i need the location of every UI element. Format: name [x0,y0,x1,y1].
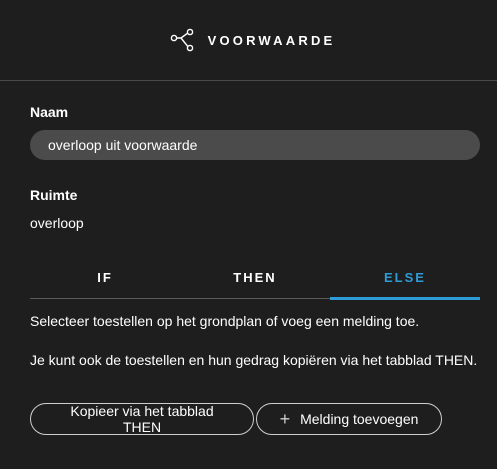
else-instruction-text: Selecteer toestellen op het grondplan of… [30,313,420,329]
name-input[interactable] [30,130,480,160]
add-notification-label: Melding toevoegen [300,411,419,427]
panel-title: VOORWAARDE [207,32,336,48]
tab-if[interactable]: IF [30,256,180,298]
copy-hint-text: Je kunt ook de toestellen en hun gedrag … [30,352,478,368]
tab-then[interactable]: THEN [180,256,330,298]
copy-from-then-label: Kopieer via het tabblad THEN [70,403,214,435]
copy-from-then-button[interactable]: Kopieer via het tabblad THEN [30,403,254,435]
condition-panel: VOORWAARDE Naam Ruimte overloop IF THEN … [0,0,497,469]
share-nodes-icon [170,28,196,52]
name-label: Naam [30,104,69,120]
plus-icon: + [279,409,291,429]
space-value: overloop [30,215,84,231]
space-label: Ruimte [30,187,78,203]
condition-tabs: IF THEN ELSE [30,256,480,300]
panel-header: VOORWAARDE [0,0,497,81]
header-title-group: VOORWAARDE [170,28,336,52]
tab-else[interactable]: ELSE [330,256,480,300]
add-notification-button[interactable]: + Melding toevoegen [256,403,442,435]
